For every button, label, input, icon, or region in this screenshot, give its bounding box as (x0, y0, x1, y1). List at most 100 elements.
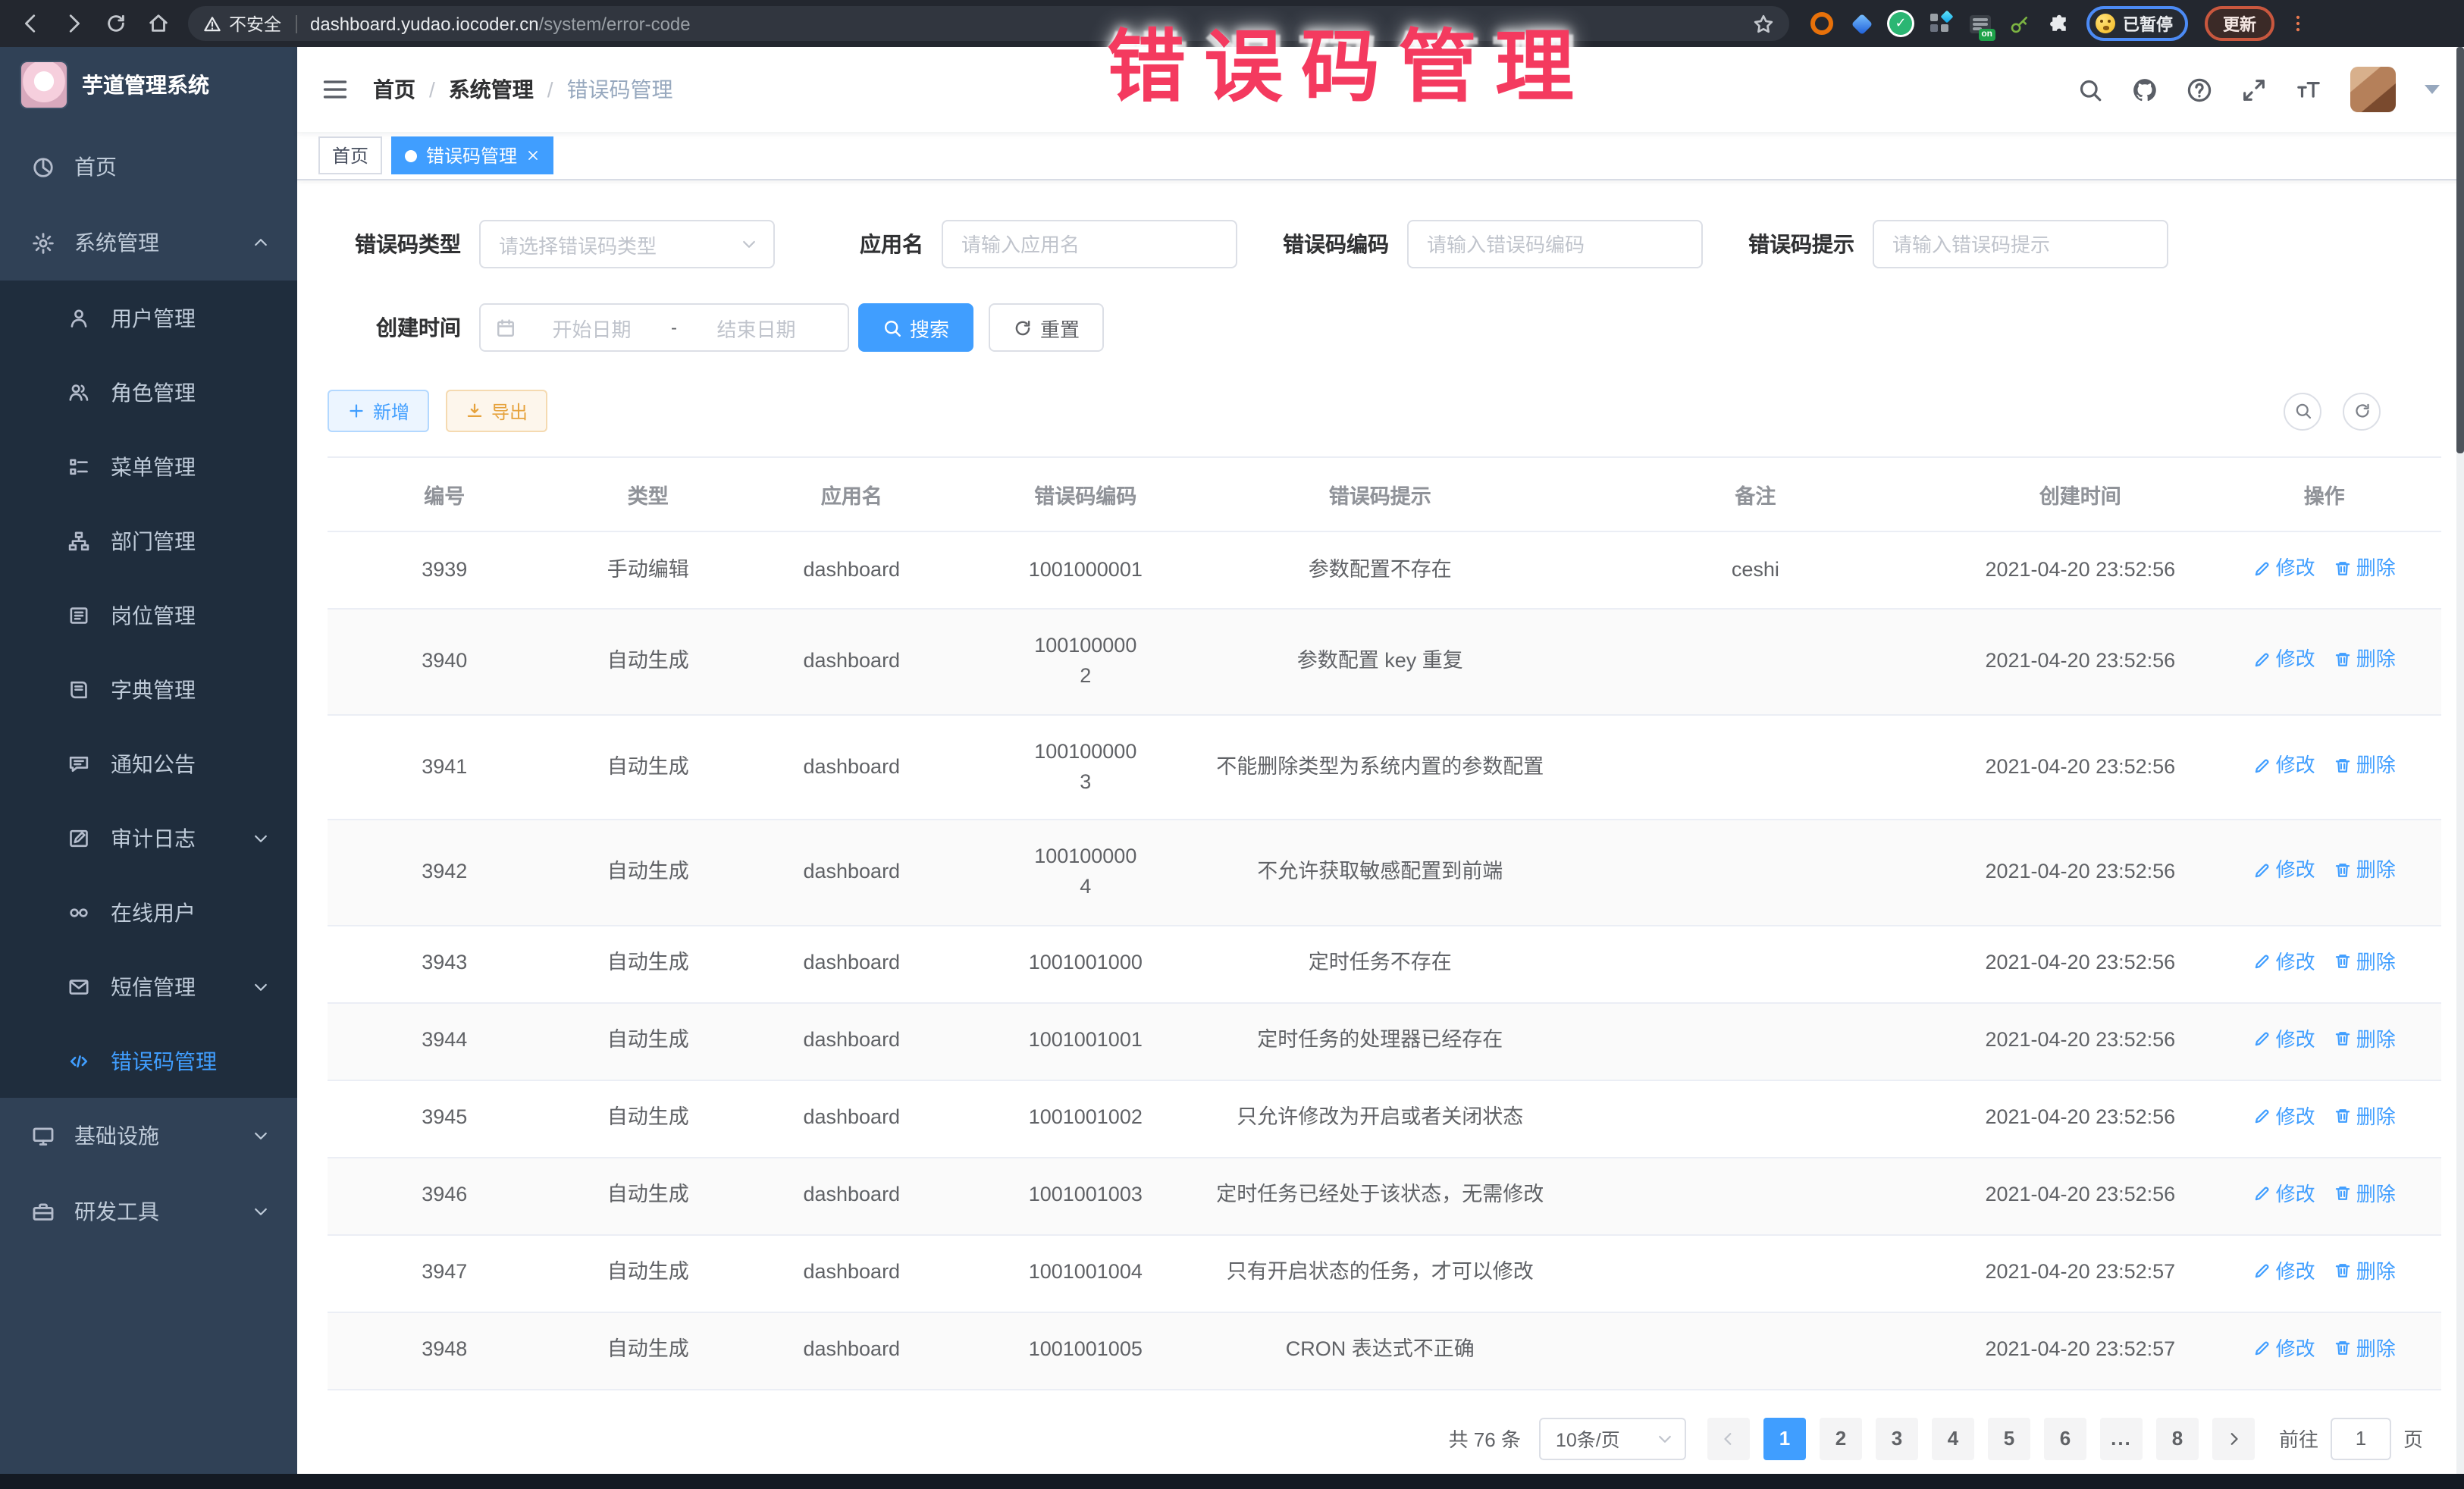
edit-link[interactable]: 修改 (2253, 1256, 2315, 1286)
close-icon[interactable] (526, 149, 540, 162)
edit-link[interactable]: 修改 (2253, 1024, 2315, 1054)
table-row: 3939手动编辑dashboard1001000001参数配置不存在ceshi2… (328, 531, 2441, 609)
sidebar-item[interactable]: 审计日志 (0, 801, 297, 875)
reload-icon[interactable] (105, 12, 127, 35)
sidebar-item[interactable]: 字典管理 (0, 652, 297, 726)
page-button[interactable]: 3 (1876, 1417, 1918, 1459)
github-icon[interactable] (2132, 77, 2158, 102)
extension-orange-icon[interactable] (1810, 12, 1833, 35)
search-icon[interactable] (2077, 77, 2103, 102)
edit-link[interactable]: 修改 (2253, 856, 2315, 886)
edit-link[interactable]: 修改 (2253, 947, 2315, 976)
annotation-overlay: 错误码管理 (1107, 3, 1592, 117)
edit-link[interactable]: 修改 (2253, 751, 2315, 780)
paused-extension-badge[interactable]: 已暂停 (2086, 6, 2188, 41)
search-button[interactable]: 搜索 (858, 303, 973, 352)
browser-menu-icon[interactable] (2288, 14, 2308, 33)
edit-link[interactable]: 修改 (2253, 553, 2315, 583)
sidebar-item[interactable]: 菜单管理 (0, 429, 297, 503)
delete-link[interactable]: 删除 (2334, 645, 2396, 675)
sidebar-item[interactable]: 研发工具 (0, 1174, 297, 1249)
sidebar-item[interactable]: 通知公告 (0, 726, 297, 801)
page-button[interactable]: 1 (1763, 1417, 1806, 1459)
page-size-select[interactable]: 10条/页 (1539, 1417, 1686, 1459)
goto-page-input[interactable] (2331, 1417, 2391, 1459)
prev-page-button[interactable] (1707, 1417, 1750, 1459)
delete-link[interactable]: 删除 (2334, 1179, 2396, 1208)
error-msg-input[interactable] (1873, 220, 2168, 268)
scrollbar-track[interactable] (2456, 47, 2464, 1474)
hamburger-icon[interactable] (321, 76, 349, 103)
fullscreen-icon[interactable] (2241, 77, 2267, 102)
edit-link[interactable]: 修改 (2253, 1334, 2315, 1363)
sidebar-item[interactable]: 岗位管理 (0, 578, 297, 652)
page-button[interactable]: 2 (1820, 1417, 1862, 1459)
extension-vue-icon[interactable] (1889, 12, 1912, 35)
delete-link[interactable]: 删除 (2334, 553, 2396, 583)
delete-link[interactable]: 删除 (2334, 1102, 2396, 1131)
app-name-input[interactable] (942, 220, 1237, 268)
page-button[interactable]: 8 (2156, 1417, 2199, 1459)
delete-link[interactable]: 删除 (2334, 947, 2396, 976)
error-code-input[interactable] (1407, 220, 1703, 268)
sidebar-item[interactable]: 首页 (0, 129, 297, 205)
back-icon[interactable] (20, 12, 42, 35)
cell-time: 2021-04-20 23:52:57 (1953, 1312, 2207, 1389)
sidebar-item[interactable]: 在线用户 (0, 875, 297, 949)
delete-link[interactable]: 删除 (2334, 1256, 2396, 1286)
logo[interactable]: 芋道管理系统 (0, 47, 297, 123)
sidebar-item[interactable]: 基础设施 (0, 1098, 297, 1174)
sidebar-item[interactable]: 用户管理 (0, 281, 297, 355)
extension-grid-icon[interactable] (1929, 12, 1951, 35)
breadcrumb-item[interactable]: 系统管理 (449, 74, 534, 105)
delete-link[interactable]: 删除 (2334, 856, 2396, 886)
add-button[interactable]: 新增 (328, 390, 429, 432)
announcement-icon (67, 753, 91, 774)
security-label: 不安全 (229, 11, 281, 36)
date-range-picker[interactable]: 开始日期 - 结束日期 (479, 303, 849, 352)
tab-active[interactable]: 错误码管理 (391, 136, 553, 174)
extensions-puzzle-icon[interactable] (2047, 12, 2070, 35)
edit-link[interactable]: 修改 (2253, 645, 2315, 675)
page-button[interactable]: 5 (1988, 1417, 2030, 1459)
table-toolbar: 新增 导出 (328, 390, 2441, 432)
refresh-table-button[interactable] (2343, 392, 2381, 430)
sidebar-item[interactable]: 系统管理 (0, 205, 297, 281)
home-icon[interactable] (147, 12, 170, 35)
cell-code: 1001000004 (969, 820, 1203, 925)
next-page-button[interactable] (2212, 1417, 2255, 1459)
bookmark-star-icon[interactable] (1753, 13, 1774, 34)
users-icon (67, 381, 91, 403)
sidebar-item[interactable]: 短信管理 (0, 949, 297, 1023)
edit-link[interactable]: 修改 (2253, 1102, 2315, 1131)
forward-icon[interactable] (62, 12, 85, 35)
breadcrumb-item[interactable]: 首页 (373, 74, 415, 105)
avatar[interactable] (2350, 67, 2396, 112)
page-button[interactable]: 4 (1932, 1417, 1974, 1459)
edit-link[interactable]: 修改 (2253, 1179, 2315, 1208)
browser-update-button[interactable]: 更新 (2205, 6, 2274, 41)
delete-link[interactable]: 删除 (2334, 1334, 2396, 1363)
scrollbar-thumb[interactable] (2456, 47, 2464, 453)
tab-item[interactable]: 首页 (318, 136, 382, 174)
reset-button[interactable]: 重置 (989, 303, 1104, 352)
extension-key-icon[interactable] (2008, 12, 2030, 35)
sidebar-item[interactable]: 错误码管理 (0, 1023, 297, 1098)
delete-link[interactable]: 删除 (2334, 751, 2396, 780)
error-type-select[interactable]: 请选择错误码类型 (479, 220, 775, 268)
more-pages-button[interactable]: ... (2100, 1417, 2143, 1459)
export-button[interactable]: 导出 (446, 390, 547, 432)
help-icon[interactable] (2187, 77, 2212, 102)
column-header: 应用名 (735, 457, 969, 531)
font-size-icon[interactable] (2296, 77, 2321, 102)
caret-down-icon[interactable] (2425, 85, 2440, 94)
sidebar-item[interactable]: 角色管理 (0, 355, 297, 429)
extension-gem-icon[interactable] (1850, 12, 1873, 35)
cell-id: 3940 (328, 609, 562, 714)
page-button[interactable]: 6 (2044, 1417, 2086, 1459)
delete-link[interactable]: 删除 (2334, 1024, 2396, 1054)
sidebar-item[interactable]: 部门管理 (0, 503, 297, 578)
breadcrumb-item[interactable]: 错误码管理 (567, 74, 673, 105)
extension-switch-icon[interactable]: on (1968, 12, 1991, 35)
toggle-search-button[interactable] (2284, 392, 2321, 430)
